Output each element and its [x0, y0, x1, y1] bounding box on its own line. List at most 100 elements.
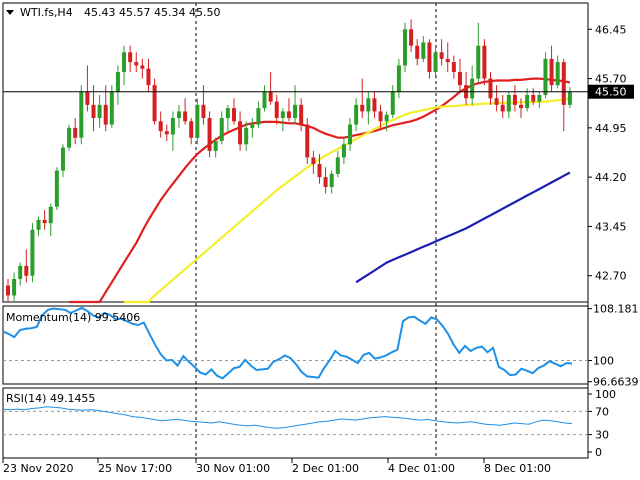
candle-body — [519, 104, 524, 109]
candle-body — [256, 108, 261, 125]
candle-body — [18, 265, 23, 279]
candle-body — [415, 45, 420, 59]
candle-body — [317, 164, 322, 178]
x-tick-label: 25 Nov 17:00 — [98, 462, 172, 475]
candle-body — [366, 98, 371, 112]
candle-body — [409, 29, 414, 46]
price-chart-canvas[interactable]: 23 Nov 2020 25 Nov 17:00 30 Nov 01:00 2 Dec… — [0, 0, 640, 480]
rsi-y-tick-label: 100 — [595, 388, 616, 401]
candle-body — [24, 265, 29, 276]
candle-body — [85, 91, 90, 105]
candle-body — [445, 58, 450, 63]
candle-body — [494, 98, 499, 105]
candle-body — [396, 65, 401, 92]
candle-body — [109, 91, 114, 125]
candle-body — [427, 42, 432, 72]
candle-body — [525, 95, 530, 109]
candle-body — [183, 111, 188, 122]
candle-body — [299, 104, 304, 125]
candle-body — [354, 104, 359, 125]
candle-body — [280, 111, 285, 118]
momentum-y-tick-label: 108.181 — [593, 303, 639, 316]
candle-body — [439, 52, 444, 59]
rsi-title: RSI(14) 49.1455 — [6, 392, 95, 405]
x-tick-label: 23 Nov 2020 — [3, 462, 73, 475]
candle-body — [60, 147, 65, 171]
candle-body — [250, 124, 255, 128]
candle-body — [73, 127, 78, 138]
symbol-title: WTI.fs,H4 — [20, 6, 73, 19]
candle-body — [305, 124, 310, 158]
momentum-title: Momentum(14) 99.5406 — [6, 311, 140, 324]
candle-body — [451, 62, 456, 72]
candle-body — [146, 68, 151, 86]
ma-slow-line — [355, 171, 571, 284]
candle-body — [177, 111, 182, 118]
candle-body — [164, 131, 169, 135]
candle-body — [512, 95, 517, 105]
candle-body — [134, 62, 139, 66]
candle-body — [201, 104, 206, 118]
momentum-y-tick-label: 96.6639 — [593, 376, 639, 389]
candle-body — [323, 177, 328, 187]
y-tick-label: 43.45 — [595, 220, 627, 233]
candle-body — [341, 144, 346, 158]
momentum-y-tick-label: 100 — [593, 355, 614, 368]
candle-body — [238, 121, 243, 145]
candle-body — [543, 58, 548, 95]
candle-body — [531, 95, 536, 102]
x-tick-label: 30 Nov 01:00 — [196, 462, 270, 475]
candle-body — [48, 206, 53, 224]
candle-body — [488, 78, 493, 99]
candle-body — [372, 98, 377, 112]
candle-body — [561, 62, 566, 105]
candle-body — [189, 121, 194, 138]
candle-body — [335, 157, 340, 174]
x-tick-label: 4 Dec 01:00 — [388, 462, 455, 475]
candle-body — [390, 91, 395, 115]
y-tick-label: 44.95 — [595, 122, 627, 135]
candle-body — [213, 141, 218, 151]
candle-body — [311, 157, 316, 164]
main-panel-frame — [2, 2, 589, 303]
candle-body — [286, 111, 291, 118]
candle-body — [262, 91, 267, 109]
candle-body — [115, 72, 120, 92]
candle-body — [348, 124, 353, 145]
candle-body — [470, 78, 475, 99]
candle-body — [207, 118, 212, 151]
candle-body — [433, 52, 438, 72]
candle-body — [476, 45, 481, 79]
candle-body — [97, 104, 102, 118]
chart-window: 23 Nov 2020 25 Nov 17:00 30 Nov 01:00 2 Dec… — [0, 0, 640, 480]
candle-body — [549, 58, 554, 86]
candle-body — [402, 29, 407, 66]
candle-body — [457, 72, 462, 86]
candle-body — [91, 104, 96, 118]
rsi-y-tick-label: 30 — [595, 429, 609, 442]
candle-body — [195, 104, 200, 138]
chart-menu-triangle-icon[interactable] — [6, 10, 14, 15]
candle-body — [79, 91, 84, 138]
rsi-y-tick-label: 0 — [595, 446, 602, 459]
candle-body — [329, 173, 334, 187]
candle-body — [421, 42, 426, 59]
candle-body — [482, 45, 487, 79]
candle-body — [274, 101, 279, 118]
y-tick-label: 46.45 — [595, 23, 627, 36]
candle-body — [231, 108, 236, 122]
candle-body — [67, 127, 72, 148]
candle-body — [12, 279, 17, 296]
candle-body — [54, 170, 59, 207]
y-tick-label: 42.70 — [595, 270, 627, 283]
candle-body — [158, 121, 163, 132]
candle-body — [30, 229, 35, 276]
x-tick-label: 8 Dec 01:00 — [484, 462, 551, 475]
x-tick-label: 2 Dec 01:00 — [292, 462, 359, 475]
candle-body — [384, 114, 389, 122]
candle-body — [152, 85, 157, 122]
candle-body — [293, 104, 298, 118]
candle-body — [360, 104, 365, 112]
candle-body — [268, 91, 273, 102]
candle-body — [244, 127, 249, 145]
